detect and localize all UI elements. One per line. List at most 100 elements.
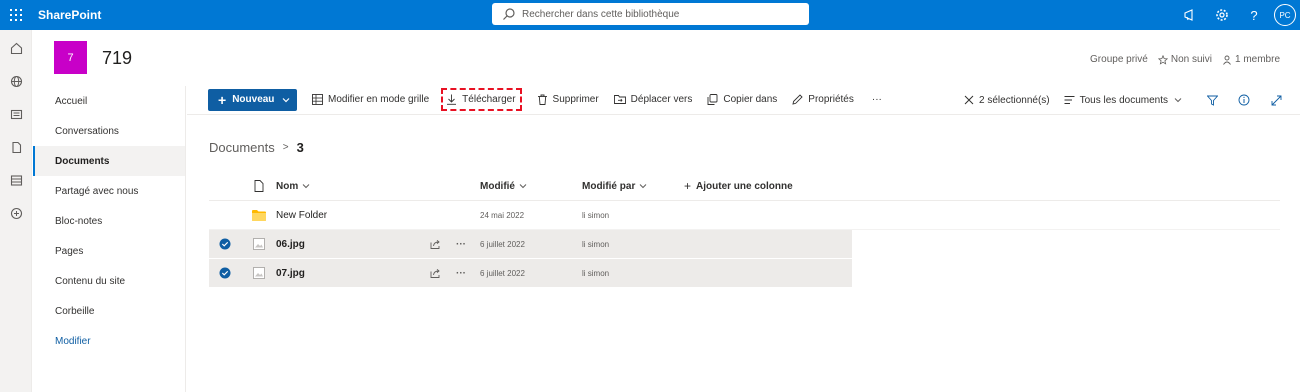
row-modified-by[interactable]: li simon (582, 269, 684, 278)
copy-to-button[interactable]: Copier dans (707, 94, 777, 105)
search-box[interactable] (492, 3, 809, 25)
row-checkbox[interactable] (209, 267, 241, 279)
chevron-down-icon (302, 184, 310, 189)
nav-item-partage[interactable]: Partagé avec nous (33, 176, 185, 206)
column-modified-by-label: Modifié par (582, 180, 636, 192)
close-icon (964, 95, 974, 105)
image-file-icon (241, 238, 276, 250)
grid-icon (312, 94, 323, 105)
follow-label: Non suivi (1170, 54, 1212, 65)
more-commands-button[interactable]: ··· (872, 94, 882, 105)
move-to-button[interactable]: Déplacer vers (613, 94, 693, 105)
site-title[interactable]: 719 (102, 48, 132, 69)
download-button[interactable]: Télécharger (441, 88, 522, 111)
follow-button[interactable]: Non suivi (1157, 54, 1212, 65)
column-modified-label: Modifié (480, 180, 515, 192)
info-icon[interactable] (1228, 94, 1260, 106)
row-modified-by[interactable]: li simon (582, 240, 684, 249)
row-modified-by[interactable]: li simon (582, 211, 684, 220)
file-type-header-icon[interactable] (241, 180, 276, 192)
list-icon[interactable] (0, 164, 32, 197)
nav-item-conversations[interactable]: Conversations (33, 116, 185, 146)
column-modified-header[interactable]: Modifié (480, 181, 582, 192)
create-plus-icon[interactable] (0, 197, 32, 230)
command-bar: + Nouveau Modifier en mode grille Téléch… (187, 85, 1300, 115)
expand-icon[interactable] (1260, 95, 1292, 106)
selection-count: 2 sélectionné(s) (979, 94, 1050, 106)
nav-item-corbeille[interactable]: Corbeille (33, 296, 185, 326)
nav-item-bloc-notes[interactable]: Bloc-notes (33, 206, 185, 236)
star-icon (1157, 54, 1168, 65)
app-launcher-icon[interactable] (0, 0, 32, 30)
view-switcher-label: Tous les documents (1079, 94, 1168, 106)
plus-icon: + (218, 91, 227, 108)
home-icon[interactable] (0, 32, 32, 65)
table-row[interactable]: 06.jpg ··· 6 juillet 2022 li simon (209, 230, 852, 259)
properties-button[interactable]: Propriétés (792, 94, 854, 105)
nav-item-pages[interactable]: Pages (33, 236, 185, 266)
new-button-label: Nouveau (232, 94, 275, 105)
properties-label: Propriétés (808, 94, 854, 105)
person-icon (1223, 55, 1231, 65)
settings-gear-icon[interactable] (1206, 0, 1238, 30)
column-modified-by-header[interactable]: Modifié par (582, 181, 684, 192)
add-column-label: Ajouter une colonne (696, 180, 793, 192)
nav-item-documents[interactable]: Documents (33, 146, 185, 176)
image-file-icon (241, 267, 276, 279)
search-input[interactable] (522, 8, 792, 20)
add-column-button[interactable]: + Ajouter une colonne (684, 179, 793, 193)
download-label: Télécharger (462, 94, 516, 105)
new-button[interactable]: + Nouveau (208, 88, 297, 111)
table-header: Nom Modifié Modifié par + Ajouter une co… (209, 172, 1280, 201)
view-switcher[interactable]: Tous les documents (1064, 95, 1182, 106)
site-meta: Groupe privé Non suivi 1 membre (1080, 54, 1280, 65)
chevron-down-icon (639, 184, 647, 189)
help-icon[interactable]: ? (1238, 0, 1270, 30)
folder-icon (241, 209, 276, 221)
account-avatar[interactable]: PC (1274, 4, 1296, 26)
nav-item-accueil[interactable]: Accueil (33, 86, 185, 116)
row-name[interactable]: New Folder (276, 210, 327, 221)
row-more-icon[interactable]: ··· (456, 268, 466, 279)
row-name[interactable]: 06.jpg (276, 239, 305, 250)
copy-icon (707, 94, 718, 105)
view-list-icon (1064, 96, 1075, 104)
app-rail (0, 30, 32, 392)
row-checkbox[interactable] (209, 238, 241, 250)
app-brand[interactable]: SharePoint (38, 8, 101, 22)
row-name[interactable]: 07.jpg (276, 268, 305, 279)
chevron-down-icon (519, 184, 527, 189)
globe-icon[interactable] (0, 65, 32, 98)
breadcrumb-documents[interactable]: Documents (209, 140, 275, 155)
breadcrumb: Documents > 3 (209, 140, 304, 155)
nav-edit-link[interactable]: Modifier (33, 326, 185, 356)
copy-to-label: Copier dans (723, 94, 778, 105)
members-label: 1 membre (1234, 54, 1280, 65)
site-logo[interactable]: 7 (54, 41, 87, 74)
site-privacy: Groupe privé (1090, 54, 1148, 65)
share-icon[interactable] (430, 268, 441, 278)
document-icon[interactable] (0, 131, 32, 164)
megaphone-icon[interactable] (1174, 0, 1206, 30)
site-navigation: Accueil Conversations Documents Partagé … (33, 86, 186, 392)
delete-label: Supprimer (552, 94, 599, 105)
breadcrumb-current: 3 (296, 140, 304, 155)
chevron-down-icon (282, 97, 290, 102)
delete-button[interactable]: Supprimer (537, 94, 599, 105)
move-to-label: Déplacer vers (630, 94, 693, 105)
document-library-table: Nom Modifié Modifié par + Ajouter une co… (209, 172, 1280, 288)
row-more-icon[interactable]: ··· (456, 239, 466, 250)
nav-item-contenu[interactable]: Contenu du site (33, 266, 185, 296)
table-row[interactable]: New Folder 24 mai 2022 li simon (209, 201, 1280, 230)
chevron-right-icon: > (282, 142, 289, 153)
column-name-label: Nom (276, 180, 299, 192)
members-button[interactable]: 1 membre (1222, 54, 1280, 65)
grid-view-button[interactable]: Modifier en mode grille (312, 94, 429, 105)
filter-icon[interactable] (1196, 95, 1228, 106)
share-icon[interactable] (430, 239, 441, 249)
news-icon[interactable] (0, 98, 32, 131)
table-row[interactable]: 07.jpg ··· 6 juillet 2022 li simon (209, 259, 852, 288)
row-modified: 6 juillet 2022 (480, 239, 525, 249)
column-name-header[interactable]: Nom (276, 181, 480, 192)
clear-selection-button[interactable]: 2 sélectionné(s) (964, 95, 1050, 106)
